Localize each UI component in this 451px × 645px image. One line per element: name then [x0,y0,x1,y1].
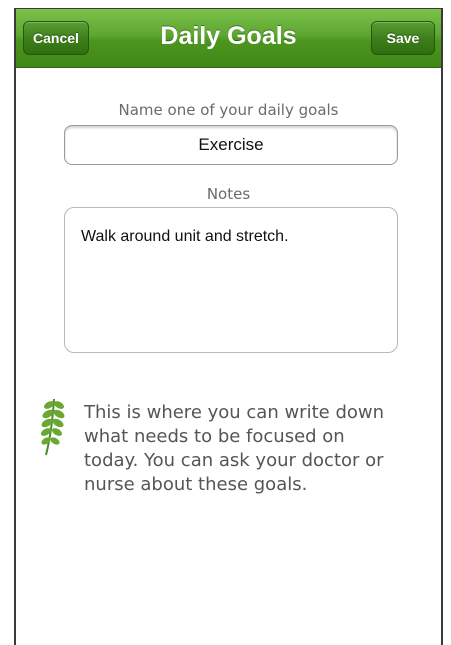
help-text: This is where you can write down what ne… [84,402,385,495]
app-screen: Cancel Daily Goals Save Name one of your… [14,8,443,645]
goal-name-input[interactable]: Exercise [64,125,398,165]
save-button[interactable]: Save [371,21,435,55]
notes-label: Notes [206,185,251,203]
leaf-icon [41,398,65,456]
goal-name-label: Name one of your daily goals [118,101,339,119]
navigation-bar: Cancel Daily Goals Save [16,9,441,68]
notes-textarea[interactable]: Walk around unit and stretch. [64,207,398,353]
